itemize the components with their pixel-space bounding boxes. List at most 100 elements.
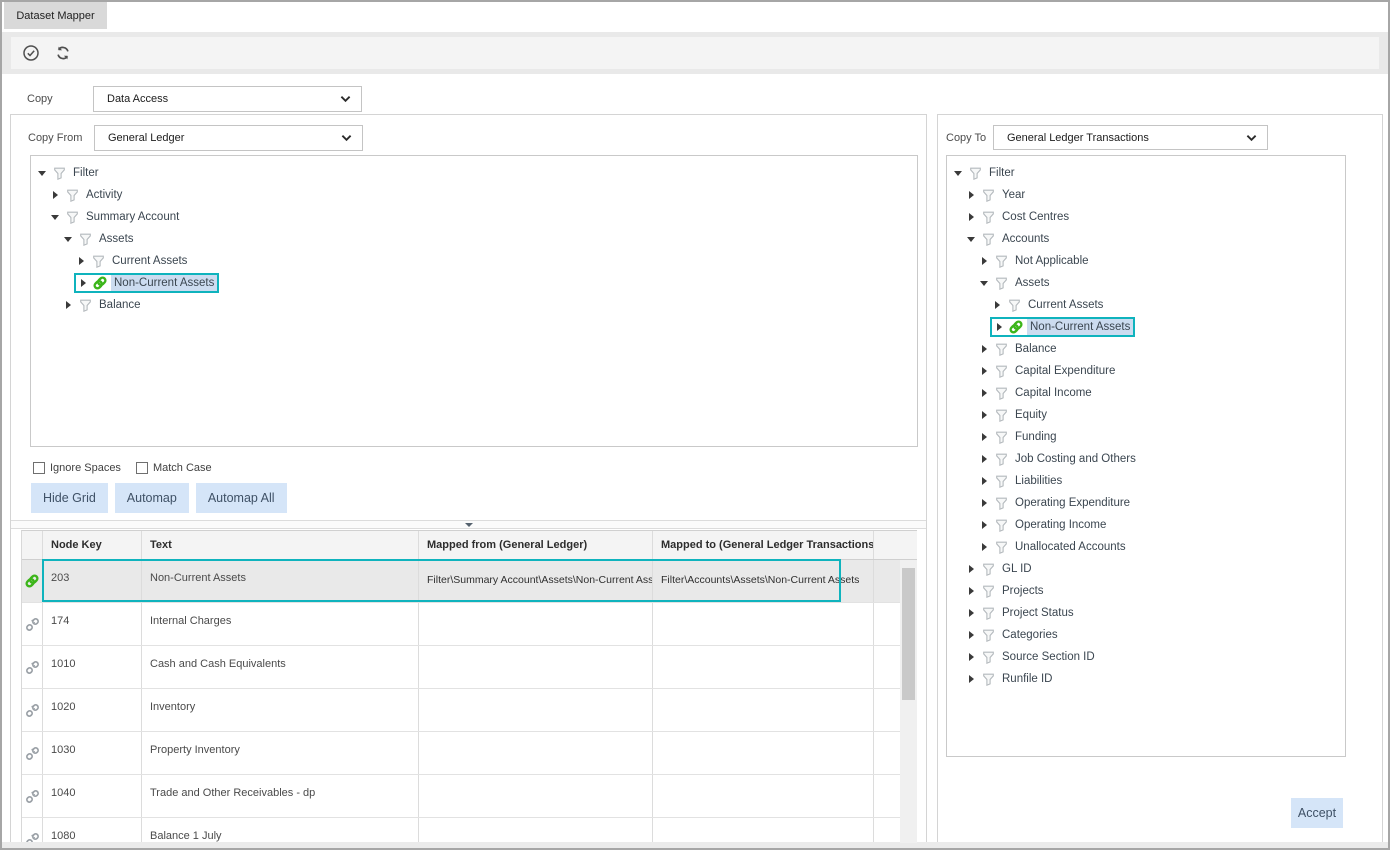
- expand-arrow-icon[interactable]: [990, 298, 1004, 312]
- expand-arrow-icon[interactable]: [977, 364, 991, 378]
- tree-node-non-current-assets[interactable]: Non-Current Assets: [31, 272, 219, 294]
- cell-text: Internal Charges: [142, 603, 419, 645]
- tree-node-accounts[interactable]: Accounts: [947, 228, 1052, 250]
- expand-arrow-icon[interactable]: [964, 562, 978, 576]
- automap-all-button[interactable]: Automap All: [196, 483, 287, 513]
- table-row[interactable]: 1030Property Inventory: [22, 732, 917, 775]
- tree-node-not-applicable[interactable]: Not Applicable: [947, 250, 1092, 272]
- tree-node-capital-expenditure[interactable]: Capital Expenditure: [947, 360, 1118, 382]
- tree-node-equity[interactable]: Equity: [947, 404, 1050, 426]
- tree-node-balance[interactable]: Balance: [31, 294, 144, 316]
- filter-icon: [980, 188, 996, 203]
- tree-node-unallocated-accounts[interactable]: Unallocated Accounts: [947, 536, 1129, 558]
- grid-header-text[interactable]: Text: [142, 531, 419, 559]
- tree-node-gl-id[interactable]: GL ID: [947, 558, 1035, 580]
- expand-arrow-icon[interactable]: [977, 430, 991, 444]
- ignore-spaces-option[interactable]: Ignore Spaces: [33, 462, 121, 474]
- tree-node-operating-expenditure[interactable]: Operating Expenditure: [947, 492, 1133, 514]
- table-row[interactable]: 1040Trade and Other Receivables - dp: [22, 775, 917, 818]
- expand-arrow-icon[interactable]: [977, 408, 991, 422]
- collapse-arrow-icon[interactable]: [459, 521, 479, 528]
- collapse-arrow-icon[interactable]: [35, 166, 49, 180]
- splitter[interactable]: [11, 520, 926, 529]
- tree-node-source-section-id[interactable]: Source Section ID: [947, 646, 1098, 668]
- tree-node-filter[interactable]: Filter: [947, 162, 1018, 184]
- tree-node-liabilities[interactable]: Liabilities: [947, 470, 1065, 492]
- copy-to-select[interactable]: General Ledger Transactions: [993, 125, 1268, 150]
- tree-node-cost-centres[interactable]: Cost Centres: [947, 206, 1072, 228]
- tree-node-non-current-assets[interactable]: Non-Current Assets: [947, 316, 1135, 338]
- tree-node-categories[interactable]: Categories: [947, 624, 1061, 646]
- collapse-arrow-icon[interactable]: [951, 166, 965, 180]
- tree-node-current-assets[interactable]: Current Assets: [31, 250, 190, 272]
- expand-arrow-icon[interactable]: [964, 584, 978, 598]
- table-row[interactable]: 1080Balance 1 July: [22, 818, 917, 843]
- expand-arrow-icon[interactable]: [964, 210, 978, 224]
- expand-arrow-icon[interactable]: [977, 386, 991, 400]
- tree-node-assets[interactable]: Assets: [947, 272, 1053, 294]
- accept-button[interactable]: Accept: [1291, 798, 1343, 828]
- expand-arrow-icon[interactable]: [977, 342, 991, 356]
- collapse-arrow-icon[interactable]: [48, 210, 62, 224]
- filter-icon: [980, 562, 996, 577]
- copy-select[interactable]: Data Access: [93, 86, 362, 112]
- expand-arrow-icon[interactable]: [992, 320, 1006, 334]
- expand-arrow-icon[interactable]: [964, 188, 978, 202]
- table-row[interactable]: 1010Cash and Cash Equivalents: [22, 646, 917, 689]
- refresh-icon[interactable]: [54, 44, 72, 62]
- hide-grid-button[interactable]: Hide Grid: [31, 483, 108, 513]
- tree-node-operating-income[interactable]: Operating Income: [947, 514, 1109, 536]
- grid-scrollbar[interactable]: [900, 560, 917, 843]
- collapse-arrow-icon[interactable]: [977, 276, 991, 290]
- table-row[interactable]: 203Non-Current AssetsFilter\Summary Acco…: [22, 560, 917, 603]
- expand-arrow-icon[interactable]: [977, 540, 991, 554]
- tree-node-projects[interactable]: Projects: [947, 580, 1047, 602]
- filter-icon: [993, 518, 1009, 533]
- filter-icon: [993, 364, 1009, 379]
- expand-arrow-icon[interactable]: [977, 518, 991, 532]
- table-row[interactable]: 174Internal Charges: [22, 603, 917, 646]
- expand-arrow-icon[interactable]: [964, 606, 978, 620]
- grid-header-node-key[interactable]: Node Key: [43, 531, 142, 559]
- expand-arrow-icon[interactable]: [977, 452, 991, 466]
- match-case-checkbox[interactable]: [136, 462, 148, 474]
- table-row[interactable]: 1020Inventory: [22, 689, 917, 732]
- tree-node-runfile-id[interactable]: Runfile ID: [947, 668, 1056, 690]
- expand-arrow-icon[interactable]: [964, 650, 978, 664]
- expand-arrow-icon[interactable]: [964, 672, 978, 686]
- tree-node-filter[interactable]: Filter: [31, 162, 102, 184]
- tree-node-project-status[interactable]: Project Status: [947, 602, 1077, 624]
- expand-arrow-icon[interactable]: [964, 628, 978, 642]
- automap-button[interactable]: Automap: [115, 483, 189, 513]
- collapse-arrow-icon[interactable]: [964, 232, 978, 246]
- tree-node-job-costing-and-others[interactable]: Job Costing and Others: [947, 448, 1139, 470]
- copy-from-select[interactable]: General Ledger: [94, 125, 363, 151]
- expand-arrow-icon[interactable]: [61, 298, 75, 312]
- expand-arrow-icon[interactable]: [76, 276, 90, 290]
- grid-header-mapped-to-general-ledger-transactions[interactable]: Mapped to (General Ledger Transactions): [653, 531, 874, 559]
- tree-node-current-assets[interactable]: Current Assets: [947, 294, 1106, 316]
- expand-arrow-icon[interactable]: [977, 474, 991, 488]
- tree-node-year[interactable]: Year: [947, 184, 1028, 206]
- tree-node-funding[interactable]: Funding: [947, 426, 1060, 448]
- expand-arrow-icon[interactable]: [48, 188, 62, 202]
- tab-dataset-mapper[interactable]: Dataset Mapper: [4, 2, 107, 29]
- check-circle-icon[interactable]: [22, 44, 40, 62]
- tree-node-assets[interactable]: Assets: [31, 228, 137, 250]
- tree-node-activity[interactable]: Activity: [31, 184, 125, 206]
- tree-node-summary-account[interactable]: Summary Account: [31, 206, 182, 228]
- ignore-spaces-checkbox[interactable]: [33, 462, 45, 474]
- tree-row: Assets: [947, 272, 1345, 294]
- expand-arrow-icon[interactable]: [977, 496, 991, 510]
- match-case-option[interactable]: Match Case: [136, 462, 212, 474]
- tree-node-label: Accounts: [999, 231, 1052, 247]
- tree-node-label: Activity: [83, 187, 125, 203]
- collapse-arrow-icon[interactable]: [61, 232, 75, 246]
- expand-arrow-icon[interactable]: [74, 254, 88, 268]
- grid-header-mapped-from-general-ledger[interactable]: Mapped from (General Ledger): [419, 531, 653, 559]
- filter-icon: [967, 166, 983, 181]
- tree-node-balance[interactable]: Balance: [947, 338, 1060, 360]
- grid-scrollbar-thumb[interactable]: [902, 568, 915, 700]
- tree-node-capital-income[interactable]: Capital Income: [947, 382, 1095, 404]
- expand-arrow-icon[interactable]: [977, 254, 991, 268]
